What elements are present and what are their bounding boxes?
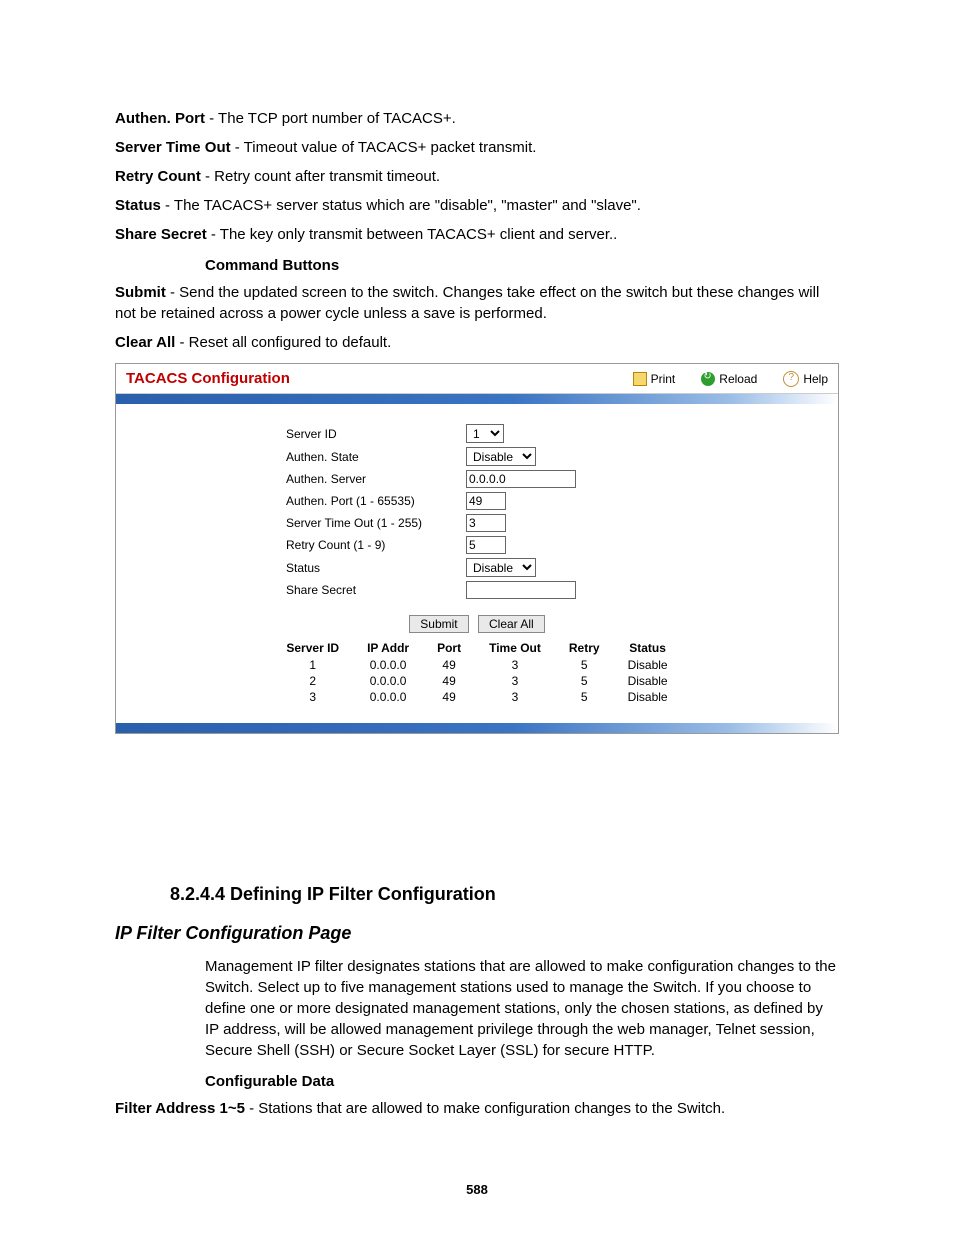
table-cell: 1 [272,657,353,673]
table-cell: 49 [423,673,475,689]
def-clear-all: Clear All - Reset all configured to defa… [115,332,839,353]
authen-port-input[interactable] [466,492,506,510]
print-label: Print [651,372,676,386]
help-icon: ? [783,371,799,387]
table-cell: 49 [423,689,475,705]
reload-button[interactable]: Reload [701,371,757,387]
help-button[interactable]: ? Help [783,371,828,387]
command-buttons-heading: Command Buttons [205,257,839,274]
retry-count-label: Retry Count (1 - 9) [116,538,466,552]
status-select[interactable]: Disable [466,558,536,577]
table-row: 20.0.0.04935Disable [272,673,681,689]
configurable-data-heading: Configurable Data [205,1073,839,1090]
table-cell: 2 [272,673,353,689]
def-server-timeout: Server Time Out - Timeout value of TACAC… [115,137,839,158]
table-cell: 3 [475,657,555,673]
table-cell: 5 [555,689,614,705]
divider-bar-bottom [116,723,838,733]
table-cell: 0.0.0.0 [353,673,423,689]
table-cell: 5 [555,673,614,689]
authen-server-input[interactable] [466,470,576,488]
divider-bar-top [116,394,838,404]
share-secret-label: Share Secret [116,583,466,597]
clear-all-button[interactable]: Clear All [478,615,545,633]
section-subtitle: IP Filter Configuration Page [115,923,839,944]
table-header-row: Server ID IP Addr Port Time Out Retry St… [272,639,681,657]
table-cell: Disable [614,657,682,673]
server-timeout-input[interactable] [466,514,506,532]
share-secret-input[interactable] [466,581,576,599]
page-number: 588 [0,1182,954,1197]
print-icon [633,372,647,386]
def-authen-port: Authen. Port - The TCP port number of TA… [115,108,839,129]
authen-server-label: Authen. Server [116,472,466,486]
th-status: Status [614,639,682,657]
table-cell: 3 [475,673,555,689]
def-retry-count: Retry Count - Retry count after transmit… [115,166,839,187]
server-id-label: Server ID [116,427,466,441]
table-row: 30.0.0.04935Disable [272,689,681,705]
def-filter-address: Filter Address 1~5 - Stations that are a… [115,1098,839,1119]
print-button[interactable]: Print [633,371,676,387]
table-cell: 0.0.0.0 [353,689,423,705]
authen-state-label: Authen. State [116,450,466,464]
status-field-label: Status [116,561,466,575]
table-cell: 0.0.0.0 [353,657,423,673]
th-ip-addr: IP Addr [353,639,423,657]
section-number-title: 8.2.4.4 Defining IP Filter Configuration [170,884,839,905]
reload-icon [701,372,715,386]
help-label: Help [803,372,828,386]
server-timeout-label: Server Time Out (1 - 255) [116,516,466,530]
authen-state-select[interactable]: Disable [466,447,536,466]
th-server-id: Server ID [272,639,353,657]
th-port: Port [423,639,475,657]
table-cell: Disable [614,673,682,689]
th-retry: Retry [555,639,614,657]
def-share-secret: Share Secret - The key only transmit bet… [115,224,839,245]
reload-label: Reload [719,372,757,386]
def-submit: Submit - Send the updated screen to the … [115,282,839,324]
table-cell: 49 [423,657,475,673]
th-time-out: Time Out [475,639,555,657]
retry-count-input[interactable] [466,536,506,554]
def-status: Status - The TACACS+ server status which… [115,195,839,216]
panel-title: TACACS Configuration [126,370,633,387]
authen-port-label: Authen. Port (1 - 65535) [116,494,466,508]
server-id-select[interactable]: 1 [466,424,504,443]
server-table: Server ID IP Addr Port Time Out Retry St… [272,639,681,705]
submit-button[interactable]: Submit [409,615,468,633]
tacacs-config-panel: TACACS Configuration Print Reload ? Help [115,363,839,734]
table-cell: 5 [555,657,614,673]
form-area: Server ID 1 Authen. State Disable Authen… [116,404,838,715]
table-row: 10.0.0.04935Disable [272,657,681,673]
table-cell: 3 [272,689,353,705]
table-cell: 3 [475,689,555,705]
panel-header: TACACS Configuration Print Reload ? Help [116,364,838,394]
table-cell: Disable [614,689,682,705]
section-paragraph: Management IP filter designates stations… [205,956,839,1061]
